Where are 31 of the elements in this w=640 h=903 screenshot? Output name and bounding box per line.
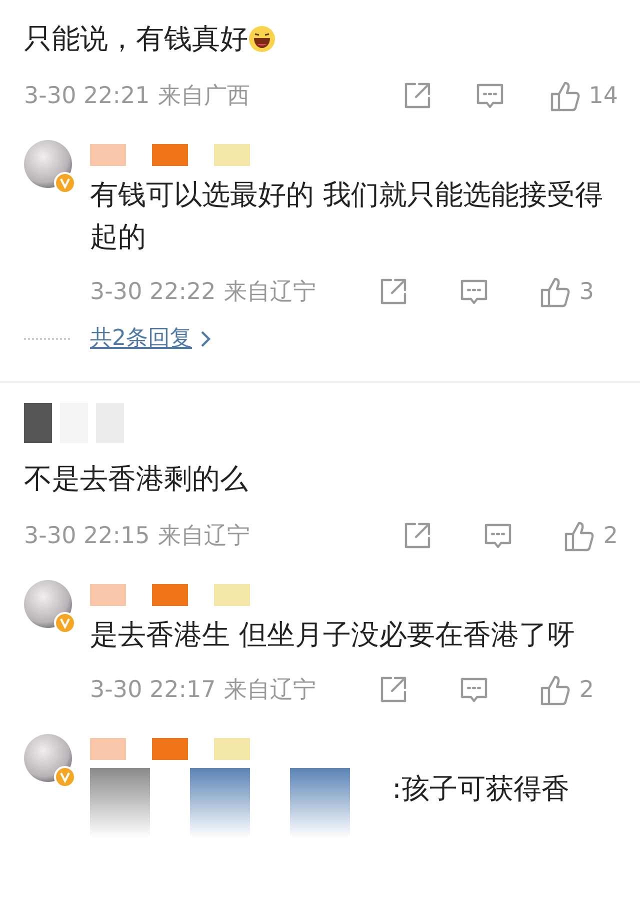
thumbs-up-icon[interactable] — [539, 674, 572, 706]
thumbs-up-icon[interactable] — [548, 80, 581, 112]
comment-text: 是去香港生 但坐月子没必要在香港了呀 — [90, 617, 576, 653]
comment-text: 只能说，有钱真好 — [24, 21, 248, 57]
share-icon[interactable] — [378, 675, 408, 705]
like-count: 2 — [579, 676, 594, 705]
like-count: 3 — [579, 278, 594, 307]
like-count: 14 — [588, 82, 618, 111]
comment-time: 3-30 22:21 — [24, 82, 150, 111]
comment-icon[interactable] — [482, 521, 513, 551]
comment-time: 3-30 22:17 — [90, 676, 216, 705]
comment-location: 来自辽宁 — [158, 522, 250, 551]
comment-text: 不是去香港剩的么 — [24, 461, 248, 497]
thumbs-up-icon[interactable] — [539, 276, 572, 308]
comment-location: 来自辽宁 — [224, 676, 316, 705]
share-icon[interactable] — [378, 277, 408, 307]
comment-text: :孩子可获得香 — [392, 771, 570, 807]
like-count: 2 — [603, 522, 618, 551]
share-icon[interactable] — [402, 81, 432, 111]
comment-location: 来自广西 — [158, 82, 250, 111]
comment-location: 来自辽宁 — [224, 278, 316, 307]
share-icon[interactable] — [402, 521, 432, 551]
comment-icon[interactable] — [458, 675, 489, 705]
comment-text: 有钱可以选最好的 我们就只能选能接受得起的 — [90, 177, 604, 255]
chevron-right-icon — [200, 328, 212, 348]
comment-time: 3-30 22:15 — [24, 522, 150, 551]
more-replies-link[interactable]: 共2条回复 — [90, 322, 212, 355]
thumbs-up-icon[interactable] — [563, 520, 596, 552]
comment-icon[interactable] — [458, 277, 489, 307]
comment-icon[interactable] — [475, 81, 506, 111]
comment-time: 3-30 22:22 — [90, 278, 216, 307]
